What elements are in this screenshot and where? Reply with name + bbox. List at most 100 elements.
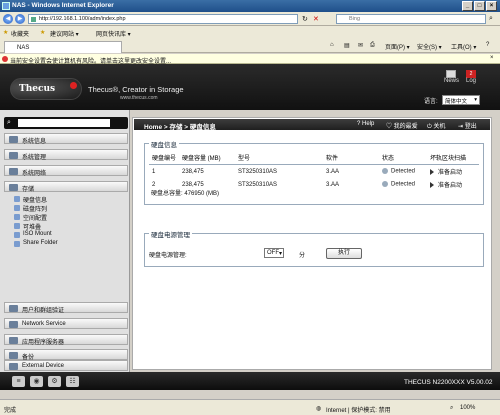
nav-system-info[interactable]: 系统信息 (4, 133, 128, 145)
refresh-icon[interactable]: ↻ (302, 15, 308, 23)
sitemap-icon[interactable]: ☷ (66, 376, 79, 387)
status-icon (382, 181, 388, 188)
total-label: 硬盘总容量: (151, 191, 183, 197)
nav-sub-label: Share Folder (23, 240, 58, 246)
breadcrumb-section[interactable]: 存储 (169, 124, 182, 131)
favorites-button[interactable]: 收藏夹 (11, 29, 29, 38)
power-select[interactable]: OFF ▾ (264, 248, 284, 258)
search-input[interactable]: Bing (336, 14, 486, 24)
cell-model: ST3250310AS (238, 181, 278, 188)
cell-scan[interactable]: 准备启动 (427, 165, 479, 179)
page-menu[interactable]: 页面(P) ▾ (385, 42, 410, 51)
info-icon (9, 136, 18, 143)
tab-nas[interactable]: NAS (4, 41, 122, 53)
log-link[interactable]: Log (466, 78, 476, 84)
page-icon (31, 17, 36, 22)
nav-search-icon: ⌕ (7, 119, 11, 126)
infobar-close-icon[interactable]: × (490, 55, 494, 61)
nav-backup[interactable]: 备份 (4, 349, 128, 361)
usb-icon (9, 363, 18, 370)
chevron-down-icon: ▾ (474, 97, 477, 103)
help-menu[interactable]: ? (486, 42, 489, 48)
address-input[interactable]: http://192.168.1.100/adm/index.php (28, 14, 298, 24)
search-icon[interactable]: ⌕ (489, 15, 493, 23)
space-icon (14, 214, 20, 220)
tools-menu[interactable]: 工具(O) ▾ (451, 42, 476, 51)
nav-external-device[interactable]: External Device (4, 360, 128, 371)
network-status-icon[interactable]: ⚙ (48, 376, 61, 387)
language-label: 语言: (424, 99, 438, 105)
disk-status-icon[interactable]: ◉ (30, 376, 43, 387)
nav-app-server[interactable]: 应用程序服务器 (4, 334, 128, 346)
list-icon[interactable]: ≡ (12, 376, 25, 387)
feeds-icon[interactable]: ▤ (344, 42, 350, 49)
nav-item-disk-info[interactable]: 硬盘信息 (14, 195, 47, 204)
breadcrumb-home[interactable]: Home (144, 124, 162, 131)
chevron-down-icon: ▾ (278, 251, 282, 257)
storage-icon (9, 184, 18, 191)
window-title-bar: NAS - Windows Internet Explorer _ □ × (0, 0, 500, 12)
cell-status: Detected (379, 178, 427, 191)
nav-storage[interactable]: 存储 (4, 181, 128, 193)
disk-icon (14, 196, 20, 202)
help-button[interactable]: ? Help (357, 121, 374, 127)
zoom-icon[interactable]: ⌕ (450, 405, 453, 412)
search-placeholder: Bing (349, 16, 361, 22)
shutdown-button[interactable]: ⏻ 关机 (427, 121, 445, 131)
nav-item-stackable[interactable]: 可堆叠 (14, 222, 41, 231)
back-button[interactable]: ◀ (3, 14, 13, 24)
favorites-bar: ★ 收藏夹 ★ 建议网站 ▾ 网页快讯库 ▾ (0, 26, 500, 39)
apply-button[interactable]: 执行 (326, 248, 362, 259)
nav-label: External Device (22, 363, 65, 369)
col-header: 型号 (235, 151, 323, 165)
table-header-row: 硬盘编号 硬盘容量 (MB) 型号 软件 状态 坏轨区块扫描 (149, 151, 479, 165)
tab-bar: NAS ⌂ ▤ ✉ ⎙ 页面(P) ▾ 安全(S) ▾ 工具(O) ▾ ? (0, 39, 500, 53)
add-favorite-icon[interactable]: ★ (40, 29, 45, 36)
logout-button[interactable]: ⇥ 登出 (458, 121, 477, 130)
nav-item-space[interactable]: 空间配置 (14, 213, 47, 222)
close-window-button[interactable]: × (486, 1, 497, 11)
zoom-level[interactable]: 100% (460, 405, 475, 411)
news-link[interactable]: News (444, 78, 459, 84)
nav-network-service[interactable]: Network Service (4, 318, 128, 329)
iso-icon (14, 232, 20, 238)
disk-info-panel: 硬盘信息 硬盘编号 硬盘容量 (MB) 型号 软件 状态 坏轨区块扫描 1 23… (144, 139, 484, 205)
window-title: NAS - Windows Internet Explorer (12, 2, 114, 9)
col-header: 软件 (323, 151, 379, 165)
cell-no: 1 (152, 168, 156, 175)
favorites-button-app[interactable]: ♡ 我的最爱 (386, 121, 418, 130)
nav-item-iso-mount[interactable]: ISO Mount (14, 231, 52, 238)
minimize-button[interactable]: _ (462, 1, 473, 11)
fav-item-suggested[interactable]: 建议网站 ▾ (50, 29, 79, 38)
security-info-bar[interactable]: 当前安全设置会使计算机有风险。请单击这里更改安全设置... × (0, 54, 500, 65)
cell-scan[interactable]: 准备启动 (427, 178, 479, 191)
stop-icon[interactable]: ✕ (313, 15, 319, 23)
power-value: OFF (267, 250, 279, 256)
nav-item-share-folder[interactable]: Share Folder (14, 240, 58, 247)
news-icon[interactable] (446, 70, 456, 78)
nav-search[interactable]: ⌕ (4, 117, 128, 129)
safety-menu[interactable]: 安全(S) ▾ (417, 42, 442, 51)
maximize-button[interactable]: □ (474, 1, 485, 11)
forward-button[interactable]: ▶ (15, 14, 25, 24)
language-select[interactable]: 简体中文 ▾ (442, 95, 480, 105)
nav-users-groups[interactable]: 用户和群组验证 (4, 302, 128, 314)
nav-system-admin[interactable]: 系统管理 (4, 149, 128, 161)
nav-system-network[interactable]: 系统网络 (4, 165, 128, 177)
mail-icon[interactable]: ✉ (358, 42, 363, 49)
brand-tagline: Thecus®, Creator in Storage (88, 85, 184, 94)
home-icon[interactable]: ⌂ (330, 42, 334, 48)
nav-item-raid[interactable]: 磁盘阵列 (14, 204, 47, 213)
print-icon[interactable]: ⎙ (370, 42, 375, 49)
help-label: Help (362, 121, 375, 127)
col-header: 坏轨区块扫描 (427, 151, 479, 165)
log-badge[interactable]: 2 (466, 70, 476, 78)
globe-icon: ◍ (316, 406, 322, 412)
fav-item-webslices[interactable]: 网页快讯库 ▾ (96, 29, 131, 38)
status-icon (382, 168, 388, 175)
language-value: 简体中文 (445, 99, 468, 105)
tab-label: NAS (17, 45, 30, 51)
brand-url: www.thecus.com (120, 95, 158, 101)
nav-search-input[interactable] (18, 119, 110, 127)
disk-table: 硬盘编号 硬盘容量 (MB) 型号 软件 状态 坏轨区块扫描 1 238,475… (149, 151, 479, 191)
